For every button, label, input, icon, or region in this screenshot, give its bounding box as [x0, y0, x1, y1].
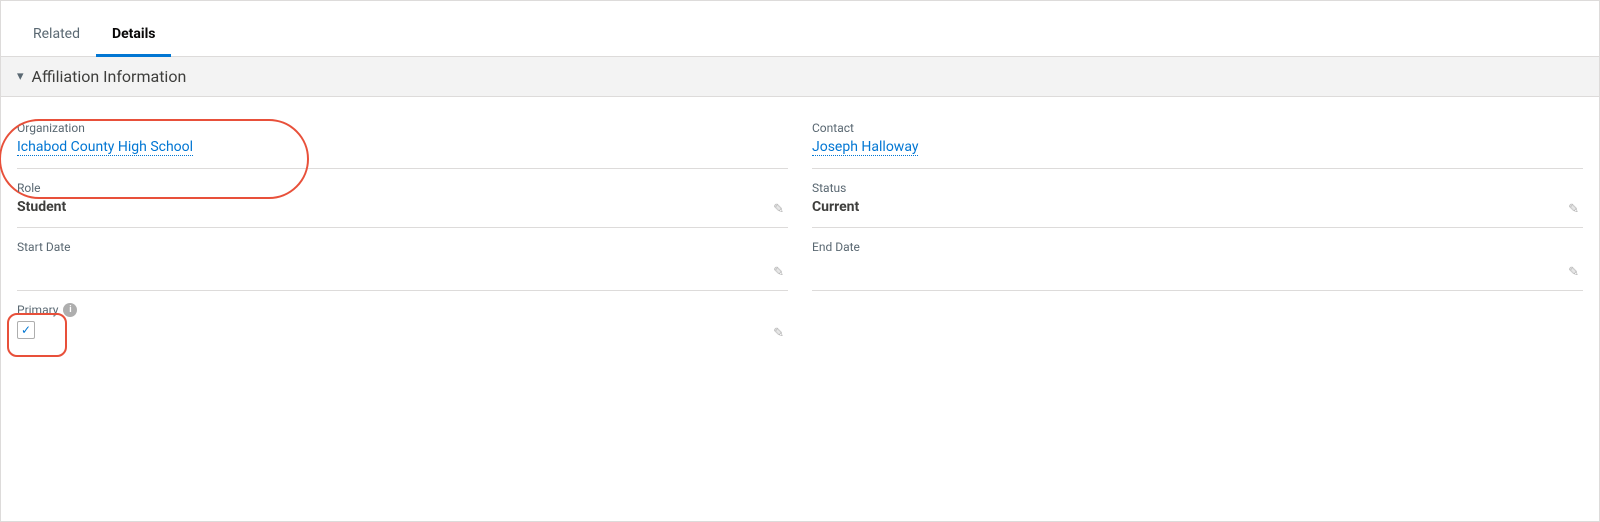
status-edit-icon[interactable]: ✎ [1568, 202, 1579, 217]
section-title: Affiliation Information [32, 67, 187, 86]
end-date-value [812, 258, 1559, 278]
field-primary: Primary i ✓ ✎ [17, 295, 788, 351]
chevron-icon: ▾ [17, 69, 24, 84]
start-date-label: Start Date [17, 240, 764, 254]
tab-related[interactable]: Related [17, 26, 96, 57]
role-label: Role [17, 181, 764, 195]
fields-container: Organization Ichabod County High School … [1, 97, 1599, 351]
org-circle-wrapper: Ichabod County High School [17, 139, 193, 156]
tabs-bar: Related Details [1, 1, 1599, 57]
field-start-date: Start Date ✎ [17, 232, 788, 291]
field-organization: Organization Ichabod County High School [17, 113, 788, 169]
status-label: Status [812, 181, 1559, 195]
field-primary-right [812, 295, 1583, 351]
field-contact: Contact Joseph Halloway [812, 113, 1583, 169]
page-container: Related Details ▾ Affiliation Informatio… [0, 0, 1600, 522]
contact-label: Contact [812, 121, 1559, 135]
checkbox-red-oval-annotation [7, 313, 67, 357]
field-end-date: End Date ✎ [812, 232, 1583, 291]
primary-info-icon: i [63, 303, 77, 317]
end-date-edit-icon[interactable]: ✎ [1568, 265, 1579, 280]
fields-row-primary: Primary i ✓ ✎ [17, 295, 1583, 351]
primary-label: Primary i [17, 303, 764, 317]
organization-value[interactable]: Ichabod County High School [17, 139, 193, 156]
field-status: Status Current ✎ [812, 173, 1583, 228]
checkbox-circle-wrapper: ✓ [17, 321, 35, 339]
field-role: Role Student ✎ [17, 173, 788, 228]
section-header[interactable]: ▾ Affiliation Information [1, 57, 1599, 97]
fields-row-dates: Start Date ✎ End Date ✎ [17, 232, 1583, 291]
start-date-edit-icon[interactable]: ✎ [773, 265, 784, 280]
checkbox-wrapper: ✓ [17, 321, 35, 339]
end-date-label: End Date [812, 240, 1559, 254]
organization-label: Organization [17, 121, 764, 135]
status-value: Current [812, 199, 1559, 215]
fields-row-org-contact: Organization Ichabod County High School … [17, 113, 1583, 169]
role-value: Student [17, 199, 764, 215]
primary-edit-icon[interactable]: ✎ [773, 326, 784, 341]
tab-details[interactable]: Details [96, 26, 172, 57]
contact-value[interactable]: Joseph Halloway [812, 139, 918, 156]
primary-checkbox[interactable]: ✓ [17, 321, 35, 339]
fields-row-role-status: Role Student ✎ Status Current ✎ [17, 173, 1583, 228]
role-edit-icon[interactable]: ✎ [773, 202, 784, 217]
start-date-value [17, 258, 764, 278]
